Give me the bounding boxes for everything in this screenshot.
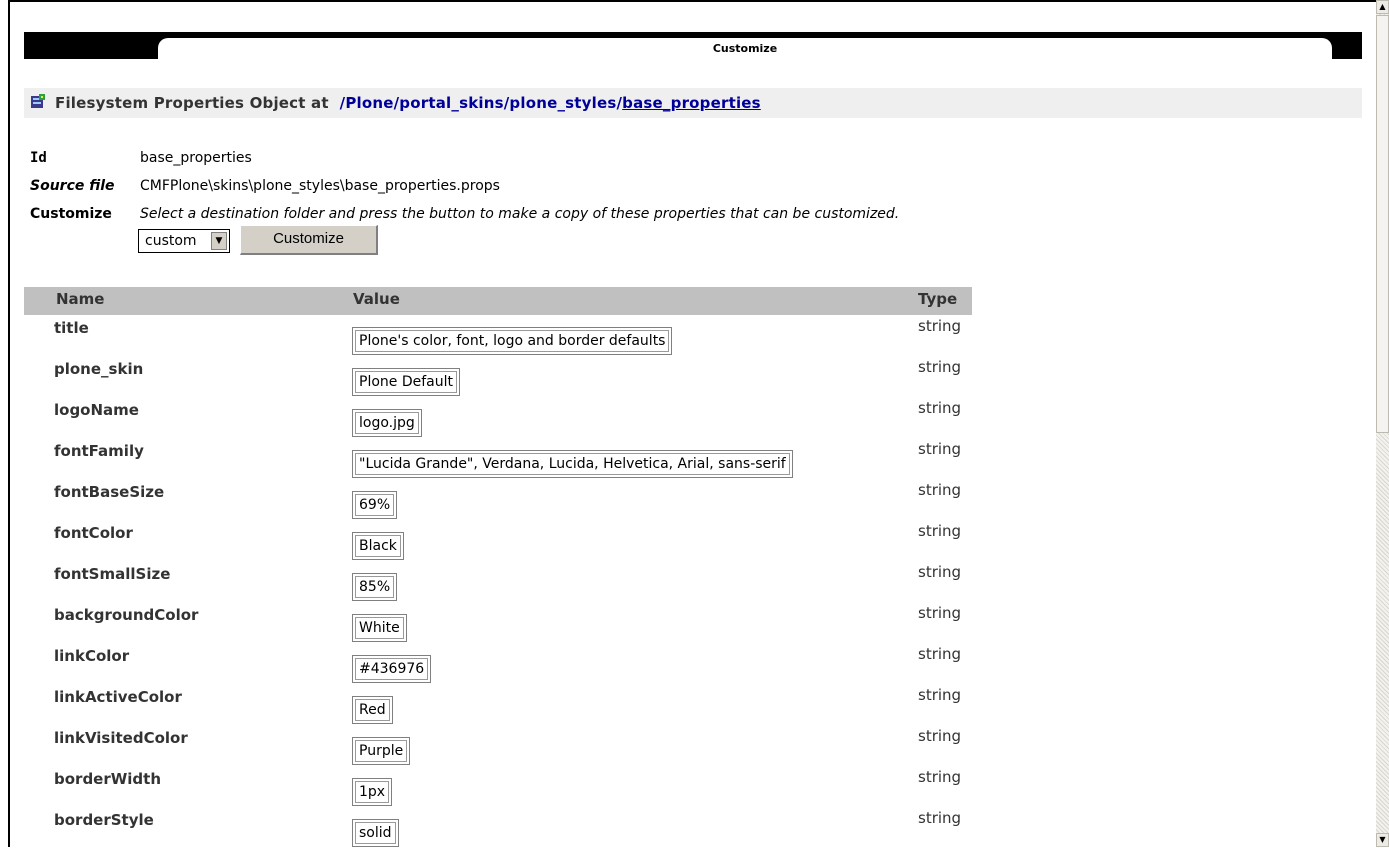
property-type: string (918, 481, 962, 499)
property-value-input[interactable]: Red (352, 696, 393, 724)
property-name: linkActiveColor (54, 688, 182, 706)
property-value-text: logo.jpg (355, 412, 419, 434)
path-link-base-properties[interactable]: base_properties (622, 94, 761, 112)
property-value-text: #436976 (355, 658, 429, 680)
property-name: title (54, 319, 89, 337)
customize-instructions: Select a destination folder and press th… (140, 206, 900, 222)
path-link-plone-styles[interactable]: plone_styles (509, 94, 616, 112)
table-row: borderWidth 1px string (0, 766, 1000, 807)
property-value-input[interactable]: Black (352, 532, 404, 560)
source-file-value: CMFPlone\skins\plone_styles\base_propert… (140, 178, 500, 194)
property-value-text: Red (355, 699, 390, 721)
property-value-input[interactable]: #436976 (352, 655, 432, 683)
table-row: linkVisitedColor Purple string (0, 725, 1000, 766)
property-type: string (918, 563, 962, 581)
property-type: string (918, 686, 962, 704)
window-top-border (8, 0, 1376, 2)
path-link-portal-skins[interactable]: portal_skins (399, 94, 503, 112)
source-file-label: Source file (30, 178, 115, 194)
property-value-text: White (355, 617, 404, 639)
customize-button[interactable]: Customize (240, 225, 378, 255)
property-value-input[interactable]: solid (352, 819, 399, 847)
property-type: string (918, 358, 962, 376)
property-name: fontFamily (54, 442, 144, 460)
property-type: string (918, 399, 962, 417)
property-type: string (918, 645, 962, 663)
vertical-scrollbar[interactable]: ▲ ▼ (1376, 0, 1389, 847)
id-value: base_properties (140, 150, 252, 166)
table-row: linkColor #436976 string (0, 643, 1000, 684)
property-name: fontBaseSize (54, 483, 165, 501)
property-type: string (918, 809, 962, 827)
property-value-input[interactable]: White (352, 614, 407, 642)
chevron-down-icon[interactable]: ▼ (211, 232, 227, 250)
property-value-text: "Lucida Grande", Verdana, Lucida, Helvet… (355, 453, 790, 475)
property-name: plone_skin (54, 360, 144, 378)
column-header-value: Value (353, 290, 400, 308)
table-row: fontSmallSize 85% string (0, 561, 1000, 602)
scroll-down-arrow-icon[interactable]: ▼ (1376, 833, 1389, 847)
customize-label: Customize (30, 206, 112, 222)
property-type: string (918, 522, 962, 540)
table-row: title Plone's color, font, logo and borde… (0, 315, 1000, 356)
property-name: borderStyle (54, 811, 154, 829)
property-value-text: Plone's color, font, logo and border def… (355, 330, 670, 352)
property-value-input[interactable]: Plone Default (352, 368, 460, 396)
property-name: fontColor (54, 524, 133, 542)
table-row: fontBaseSize 69% string (0, 479, 1000, 520)
scrollbar-thumb[interactable] (1376, 15, 1389, 433)
property-name: backgroundColor (54, 606, 199, 624)
properties-table-header (24, 287, 972, 315)
property-value-text: 69% (355, 494, 395, 516)
destination-folder-value: custom (145, 233, 197, 249)
property-name: logoName (54, 401, 139, 419)
property-name: linkVisitedColor (54, 729, 188, 747)
property-value-input[interactable]: 69% (352, 491, 398, 519)
property-value-text: Purple (355, 740, 408, 762)
property-name: borderWidth (54, 770, 162, 788)
column-header-type: Type (918, 290, 958, 308)
property-value-input[interactable]: 1px (352, 778, 393, 806)
property-type: string (918, 440, 962, 458)
table-row: plone_skin Plone Default string (0, 356, 1000, 397)
property-value-input[interactable]: logo.jpg (352, 409, 422, 437)
property-value-input[interactable]: 85% (352, 573, 398, 601)
properties-object-icon (31, 94, 45, 108)
property-value-input[interactable]: Plone's color, font, logo and border def… (352, 327, 673, 355)
object-path: Filesystem Properties Object at /Plone/p… (55, 94, 761, 112)
destination-folder-select[interactable]: custom ▼ (138, 229, 230, 253)
path-link-plone[interactable]: Plone (345, 94, 393, 112)
property-type: string (918, 317, 962, 335)
property-value-text: Plone Default (355, 371, 457, 393)
table-row: backgroundColor White string (0, 602, 1000, 643)
path-prefix: Filesystem Properties Object at (55, 94, 329, 112)
tab-customize[interactable]: Customize (158, 38, 1332, 59)
table-row: logoName logo.jpg string (0, 397, 1000, 438)
property-value-input[interactable]: "Lucida Grande", Verdana, Lucida, Helvet… (352, 450, 793, 478)
property-type: string (918, 727, 962, 745)
scroll-up-arrow-icon[interactable]: ▲ (1376, 0, 1389, 14)
table-row: borderStyle solid string (0, 807, 1000, 848)
property-type: string (918, 604, 962, 622)
table-row: fontFamily "Lucida Grande", Verdana, Luci… (0, 438, 1000, 479)
table-row: linkActiveColor Red string (0, 684, 1000, 725)
column-header-name: Name (56, 290, 105, 308)
property-type: string (918, 768, 962, 786)
id-label: Id (30, 150, 47, 166)
property-value-text: Black (355, 535, 401, 557)
property-value-input[interactable]: Purple (352, 737, 411, 765)
property-value-text: solid (355, 822, 396, 844)
property-value-text: 85% (355, 576, 395, 598)
property-name: linkColor (54, 647, 130, 665)
property-value-text: 1px (355, 781, 390, 803)
table-row: fontColor Black string (0, 520, 1000, 561)
property-name: fontSmallSize (54, 565, 171, 583)
